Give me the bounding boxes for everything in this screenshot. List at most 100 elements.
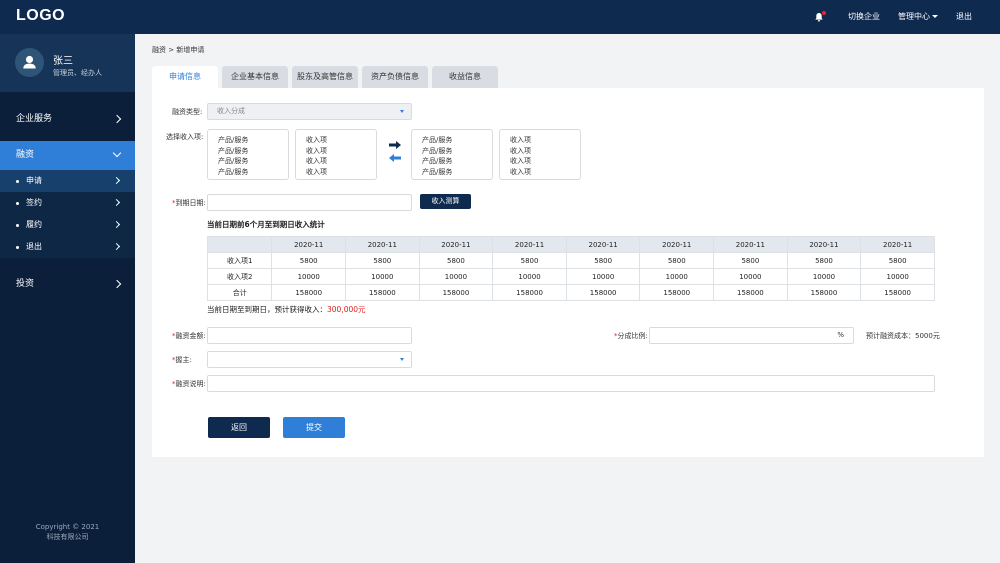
sidebar-subitem-sign[interactable]: 签约 [0,192,135,214]
submit-button[interactable]: 提交 [283,417,345,438]
table-cell: 158000 [492,284,567,301]
sidebar-item-label: 企业服务 [16,114,53,124]
switch-company-link[interactable]: 切换企业 [848,11,880,22]
table-cell: 158000 [860,284,935,301]
dropdown-arrow-icon [400,110,404,113]
table-cell: 158000 [713,284,788,301]
table-cell: 158000 [418,284,494,301]
tab-shareholder-info[interactable]: 股东及高管信息 [292,66,358,88]
table-row: 合计 158000 158000 158000 158000 158000 15… [206,284,935,301]
description-input[interactable] [207,375,935,392]
sidebar-subitem-label: 申请 [26,176,42,185]
table-cell: 10000 [345,268,420,285]
sidebar-subitem-label: 退出 [26,242,42,251]
list-item[interactable]: 收入项 [306,156,376,167]
amount-label-text: 融资金额: [175,332,206,340]
bullet-icon [16,180,19,183]
table-row: 收入项1 5800 5800 5800 5800 5800 5800 5800 … [206,252,935,269]
table-header [206,236,273,253]
list-item[interactable]: 收入项 [510,146,580,157]
table-cell: 158000 [345,284,420,301]
chevron-down-icon [112,148,122,158]
top-bar: LOGO 切换企业 管理中心 退出 [0,0,1000,34]
sidebar-subitem-perform[interactable]: 履约 [0,214,135,236]
sidebar-item-financing[interactable]: 融资 [0,141,135,170]
admin-center-menu[interactable]: 管理中心 [898,11,938,22]
list-item[interactable]: 产品/服务 [422,135,492,146]
tab-income-info[interactable]: 收益信息 [432,66,498,88]
sidebar-subitem-apply[interactable]: 申请 [0,170,135,192]
table-cell: 158000 [786,284,862,301]
table-header: 2020-11 [345,236,420,253]
table-header: 2020-11 [639,236,715,253]
list-item[interactable]: 收入项 [306,146,376,157]
financing-type-select[interactable]: 收入分成 [207,103,412,120]
chevron-right-icon [112,114,122,124]
table-cell: 合计 [206,284,273,301]
breadcrumb: 融资 > 新增申请 [152,46,205,54]
amount-label: *融资金额: [172,331,206,341]
table-cell: 收入项2 [206,268,273,285]
sidebar-item-investment[interactable]: 投资 [0,270,135,299]
list-item[interactable]: 产品/服务 [422,156,492,167]
list-item[interactable]: 产品/服务 [218,167,288,178]
notification-dot [822,10,826,15]
available-products-list[interactable]: 产品/服务 产品/服务 产品/服务 产品/服务 [207,129,289,180]
back-button[interactable]: 返回 [208,417,270,438]
tab-application-info[interactable]: 申请信息 [152,66,218,88]
logout-link[interactable]: 退出 [956,11,972,22]
user-card: 张三 管理员、经办人 [0,34,135,92]
list-item[interactable]: 收入项 [306,135,376,146]
list-item[interactable]: 产品/服务 [218,146,288,157]
logo: LOGO [16,7,66,24]
tab-asset-liability-info[interactable]: 资产负债信息 [362,66,428,88]
table-header: 2020-11 [786,236,862,253]
chevron-right-icon [112,220,121,229]
list-item[interactable]: 产品/服务 [422,146,492,157]
guarantor-label-text: 握主: [175,356,192,364]
financing-type-value: 收入分成 [217,107,245,115]
sidebar: 张三 管理员、经办人 企业服务 融资 申请 签约 履约 退出 投资 Copyri… [0,34,135,563]
arrow-right-icon[interactable] [389,141,401,149]
list-item[interactable]: 产品/服务 [218,135,288,146]
income-stats-title: 当前日期前6个月至到期日收入统计 [207,220,325,229]
top-nav: 切换企业 管理中心 退出 [814,10,972,22]
table-cell: 10000 [713,268,788,285]
caret-down-icon [932,15,938,18]
list-item[interactable]: 收入项 [306,167,376,178]
table-cell: 10000 [492,268,567,285]
list-item[interactable]: 收入项 [510,167,580,178]
maturity-date-input[interactable] [207,194,412,211]
income-calc-button[interactable]: 收入测算 [420,194,471,209]
sidebar-item-enterprise-service[interactable]: 企业服务 [0,105,135,134]
user-role: 管理员、经办人 [53,69,102,77]
list-item[interactable]: 收入项 [510,156,580,167]
chevron-right-icon [112,198,121,207]
guarantor-select[interactable] [207,351,412,368]
tab-company-basic-info[interactable]: 企业基本信息 [222,66,288,88]
table-cell: 5800 [860,252,935,269]
table-cell: 158000 [271,284,347,301]
available-income-list[interactable]: 收入项 收入项 收入项 收入项 [295,129,377,180]
sidebar-subitem-exit[interactable]: 退出 [0,236,135,258]
bullet-icon [16,202,19,205]
bell-icon[interactable] [814,10,826,22]
expected-cost: 预计融资成本：5000元 [866,332,940,340]
share-ratio-input[interactable]: % [649,327,854,344]
copyright: Copyright © 2021 科技有限公司 [0,522,135,542]
arrow-left-icon[interactable] [389,154,401,162]
list-item[interactable]: 收入项 [510,135,580,146]
table-header: 2020-11 [565,236,641,253]
selected-income-list[interactable]: 收入项 收入项 收入项 收入项 [499,129,581,180]
user-icon [23,55,36,69]
table-cell: 5800 [418,252,494,269]
list-item[interactable]: 产品/服务 [218,156,288,167]
sidebar-menu: 企业服务 融资 申请 签约 履约 退出 投资 [0,105,135,299]
table-cell: 5800 [345,252,420,269]
list-item[interactable]: 产品/服务 [422,167,492,178]
sidebar-subitem-label: 履约 [26,220,42,229]
amount-input[interactable] [207,327,412,344]
sidebar-item-label: 融资 [16,150,35,160]
selected-products-list[interactable]: 产品/服务 产品/服务 产品/服务 产品/服务 [411,129,493,180]
table-header: 2020-11 [271,236,347,253]
